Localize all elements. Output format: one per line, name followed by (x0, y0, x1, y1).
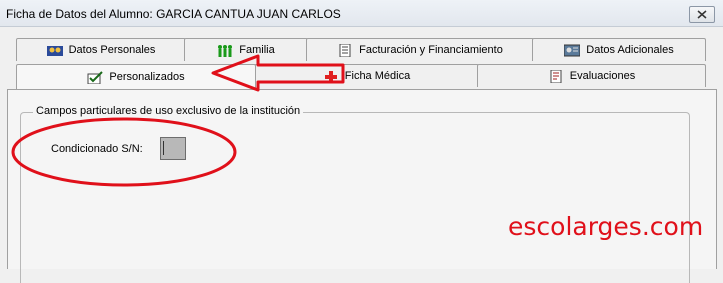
family-photo-icon (46, 45, 63, 56)
people-icon (218, 44, 233, 57)
close-button[interactable] (689, 6, 715, 23)
tab-label: Evaluaciones (569, 70, 636, 82)
tab-datos-adicionales[interactable]: Datos Adicionales (532, 38, 706, 61)
medical-icon (324, 70, 337, 83)
checklist-icon (87, 70, 104, 84)
group-title: Campos particulares de uso exclusivo de … (33, 105, 304, 117)
tab-label: Familia (239, 44, 275, 56)
tab-label: Datos Personales (68, 44, 156, 56)
tab-ficha-medica[interactable]: Ficha Médica (254, 64, 479, 87)
window-title: Ficha de Datos del Alumno: GARCIA CANTUA… (6, 7, 341, 21)
tab-label: Datos Adicionales (586, 44, 674, 56)
fields-group-box (20, 112, 690, 283)
id-card-icon (564, 44, 581, 56)
grades-icon (550, 69, 562, 83)
document-icon (339, 43, 351, 57)
tab-label: Ficha Médica (344, 70, 411, 82)
tab-familia[interactable]: Familia (184, 38, 308, 61)
tab-facturacion[interactable]: Facturación y Financiamiento (306, 38, 534, 61)
condicionado-label: Condicionado S/N: (51, 143, 143, 155)
tab-label: Personalizados (109, 71, 185, 83)
watermark-text: escolarges.com (508, 212, 704, 241)
close-icon (697, 10, 707, 19)
tab-evaluaciones[interactable]: Evaluaciones (477, 64, 706, 87)
tab-personalizados[interactable]: Personalizados (16, 64, 256, 89)
window-title-bar: Ficha de Datos del Alumno: GARCIA CANTUA… (0, 0, 723, 27)
condicionado-input[interactable] (160, 137, 186, 160)
tab-label: Facturación y Financiamiento (359, 44, 503, 56)
tab-datos-personales[interactable]: Datos Personales (16, 38, 186, 61)
